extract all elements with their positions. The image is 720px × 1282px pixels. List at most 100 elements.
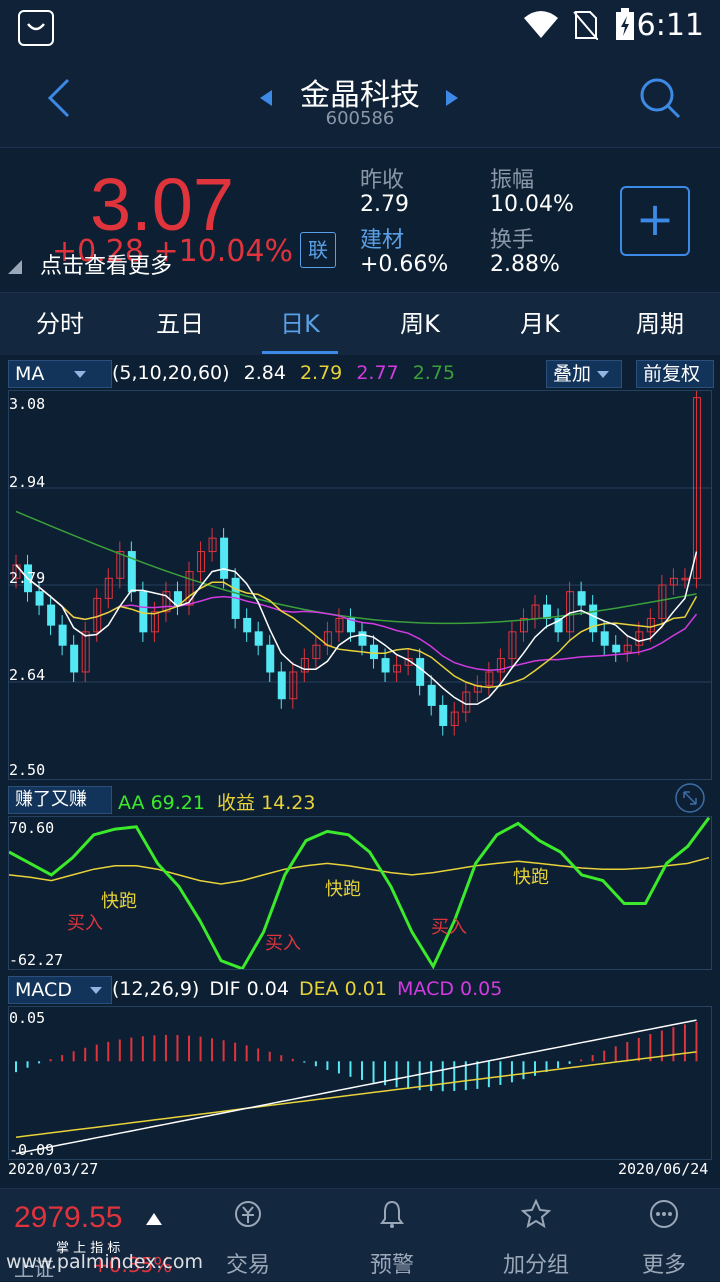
profit-value: 14.23 xyxy=(261,792,316,814)
nav-trade-label: 交易 xyxy=(225,1253,270,1278)
date-end: 2020/06/24 xyxy=(618,1160,709,1178)
macd-y-max: 0.05 xyxy=(9,1009,46,1027)
prev-close-label: 昨收 xyxy=(360,168,405,193)
index-ticker[interactable]: 2979.55 掌 上 指 标 上证 +0.35% www.palmindex.… xyxy=(0,1189,203,1281)
active-tab-indicator xyxy=(262,351,338,354)
ma-params: (5,10,20,60) xyxy=(112,362,230,384)
chevron-down-icon xyxy=(89,987,102,994)
tab-weekly-k[interactable]: 周K xyxy=(360,293,480,355)
candle-body xyxy=(577,591,586,606)
sector-change: +0.66% xyxy=(360,252,449,277)
search-icon[interactable] xyxy=(638,76,682,120)
battery-charging-icon xyxy=(616,8,634,40)
turnover-value: 2.88% xyxy=(490,252,560,277)
adjust-button[interactable]: 前复权 xyxy=(636,360,714,388)
chevron-down-icon xyxy=(74,371,87,378)
y-tick: 2.64 xyxy=(9,666,46,684)
more-tooltip[interactable]: 点击查看更多 xyxy=(40,248,172,280)
candle-body xyxy=(254,631,263,646)
nav-alert[interactable]: 预警 xyxy=(320,1189,464,1281)
dea-label: DEA xyxy=(298,978,339,1000)
expand-corner-icon xyxy=(8,260,22,274)
tab-intraday[interactable]: 分时 xyxy=(0,293,120,355)
tab-five-day[interactable]: 五日 xyxy=(120,293,240,355)
overlay-select[interactable]: 叠加 xyxy=(546,360,622,388)
nav-more-label: 更多 xyxy=(641,1253,686,1278)
buy-signal: 买入 xyxy=(265,933,301,954)
candle-body xyxy=(70,644,79,673)
wifi-icon xyxy=(524,11,558,38)
macd-y-min: -0.09 xyxy=(9,1141,55,1159)
candle-body xyxy=(243,617,252,633)
aa-label: AA xyxy=(118,792,145,814)
link-tag-button[interactable]: 联 xyxy=(300,232,336,268)
ma5-value: 2.84 xyxy=(243,362,286,384)
macd-indicator-select[interactable]: MACD xyxy=(8,976,112,1004)
nav-more[interactable]: 更多 xyxy=(608,1189,720,1281)
turnover-label: 换手 xyxy=(490,228,535,253)
profit-label: 收益 xyxy=(217,792,256,814)
nav-alert-label: 预警 xyxy=(369,1253,414,1278)
trade-icon xyxy=(235,1201,261,1227)
candle-body xyxy=(416,658,425,686)
tab-monthly-k[interactable]: 月K xyxy=(480,293,600,355)
signal-y-max: 70.60 xyxy=(9,819,55,837)
sell-signal: 快跑 xyxy=(325,879,361,900)
candle-body xyxy=(439,704,448,726)
chevron-down-icon xyxy=(597,371,610,378)
watermark: www.palmindex.com xyxy=(6,1251,204,1273)
candle-body xyxy=(427,684,436,706)
stock-header: 金晶科技 600586 xyxy=(0,52,720,147)
candle-body xyxy=(543,604,552,619)
add-watchlist-button[interactable]: + xyxy=(620,186,690,256)
nav-trade[interactable]: 交易 xyxy=(176,1189,320,1281)
stock-code: 600586 xyxy=(325,108,395,129)
candle-body xyxy=(35,591,44,606)
sector-label[interactable]: 建材 xyxy=(360,222,404,254)
amplitude-label: 振幅 xyxy=(490,168,535,193)
sell-signal: 快跑 xyxy=(513,867,549,888)
y-tick-min: 2.50 xyxy=(9,761,46,779)
buy-signal: 买入 xyxy=(67,913,103,934)
index-value: 2979.55 xyxy=(14,1201,123,1234)
y-tick-max: 3.08 xyxy=(9,395,46,413)
macd-label: MACD xyxy=(397,978,454,1000)
y-tick: 2.94 xyxy=(9,473,46,491)
aa-value: 69.21 xyxy=(150,792,205,814)
quote-panel: 3.07 +0.28 +10.04% 点击查看更多 联 昨收 2.79 建材 +… xyxy=(0,147,720,293)
tab-period[interactable]: 周期 xyxy=(600,293,720,355)
candle-body xyxy=(358,631,367,646)
sell-signal: 快跑 xyxy=(101,891,137,912)
status-bar: 6:11 xyxy=(0,0,720,52)
ma-indicator-label: MA xyxy=(15,363,45,385)
tab-daily-k[interactable]: 日K xyxy=(240,293,360,355)
signal-y-min: -62.27 xyxy=(9,951,64,969)
signal-chart[interactable]: 70.60 -62.27 买入 买入 买入 快跑 快跑 快跑 xyxy=(8,816,712,971)
expand-icon[interactable] xyxy=(674,782,706,814)
candle-body xyxy=(266,644,275,673)
signal-indicator-label: 赚了又赚 xyxy=(15,789,87,810)
ma10-value: 2.79 xyxy=(299,362,343,384)
candle-body xyxy=(220,537,229,579)
dea-value: 0.01 xyxy=(344,978,387,1000)
candle-body xyxy=(277,671,286,700)
macd-value: 0.05 xyxy=(460,978,503,1000)
dif-label: DIF xyxy=(209,978,241,1000)
signal-values: AA 69.21 收益 14.23 xyxy=(118,788,316,815)
ma-indicator-select[interactable]: MA xyxy=(8,360,112,388)
amplitude-value: 10.04% xyxy=(490,192,574,217)
signal-indicator-select[interactable]: 赚了又赚 xyxy=(8,786,112,814)
kline-svg xyxy=(9,387,711,736)
period-tabs: 分时 五日 日K 周K 月K 周期 xyxy=(0,292,720,355)
prev-close-value: 2.79 xyxy=(360,192,409,217)
candle-body xyxy=(600,631,609,646)
macd-chart[interactable]: 0.05 -0.09 xyxy=(8,1006,712,1160)
kline-chart[interactable]: 3.08 2.94 2.79 2.64 2.50 xyxy=(8,387,712,780)
next-stock-icon[interactable] xyxy=(444,88,460,108)
macd-indicator-label: MACD xyxy=(15,979,72,1001)
more-icon xyxy=(650,1200,678,1228)
macd-params: (12,26,9) xyxy=(112,978,200,1000)
app-notification-icon xyxy=(18,10,54,46)
nav-add-group[interactable]: 加分组 xyxy=(464,1189,608,1281)
candle-body xyxy=(370,644,379,660)
